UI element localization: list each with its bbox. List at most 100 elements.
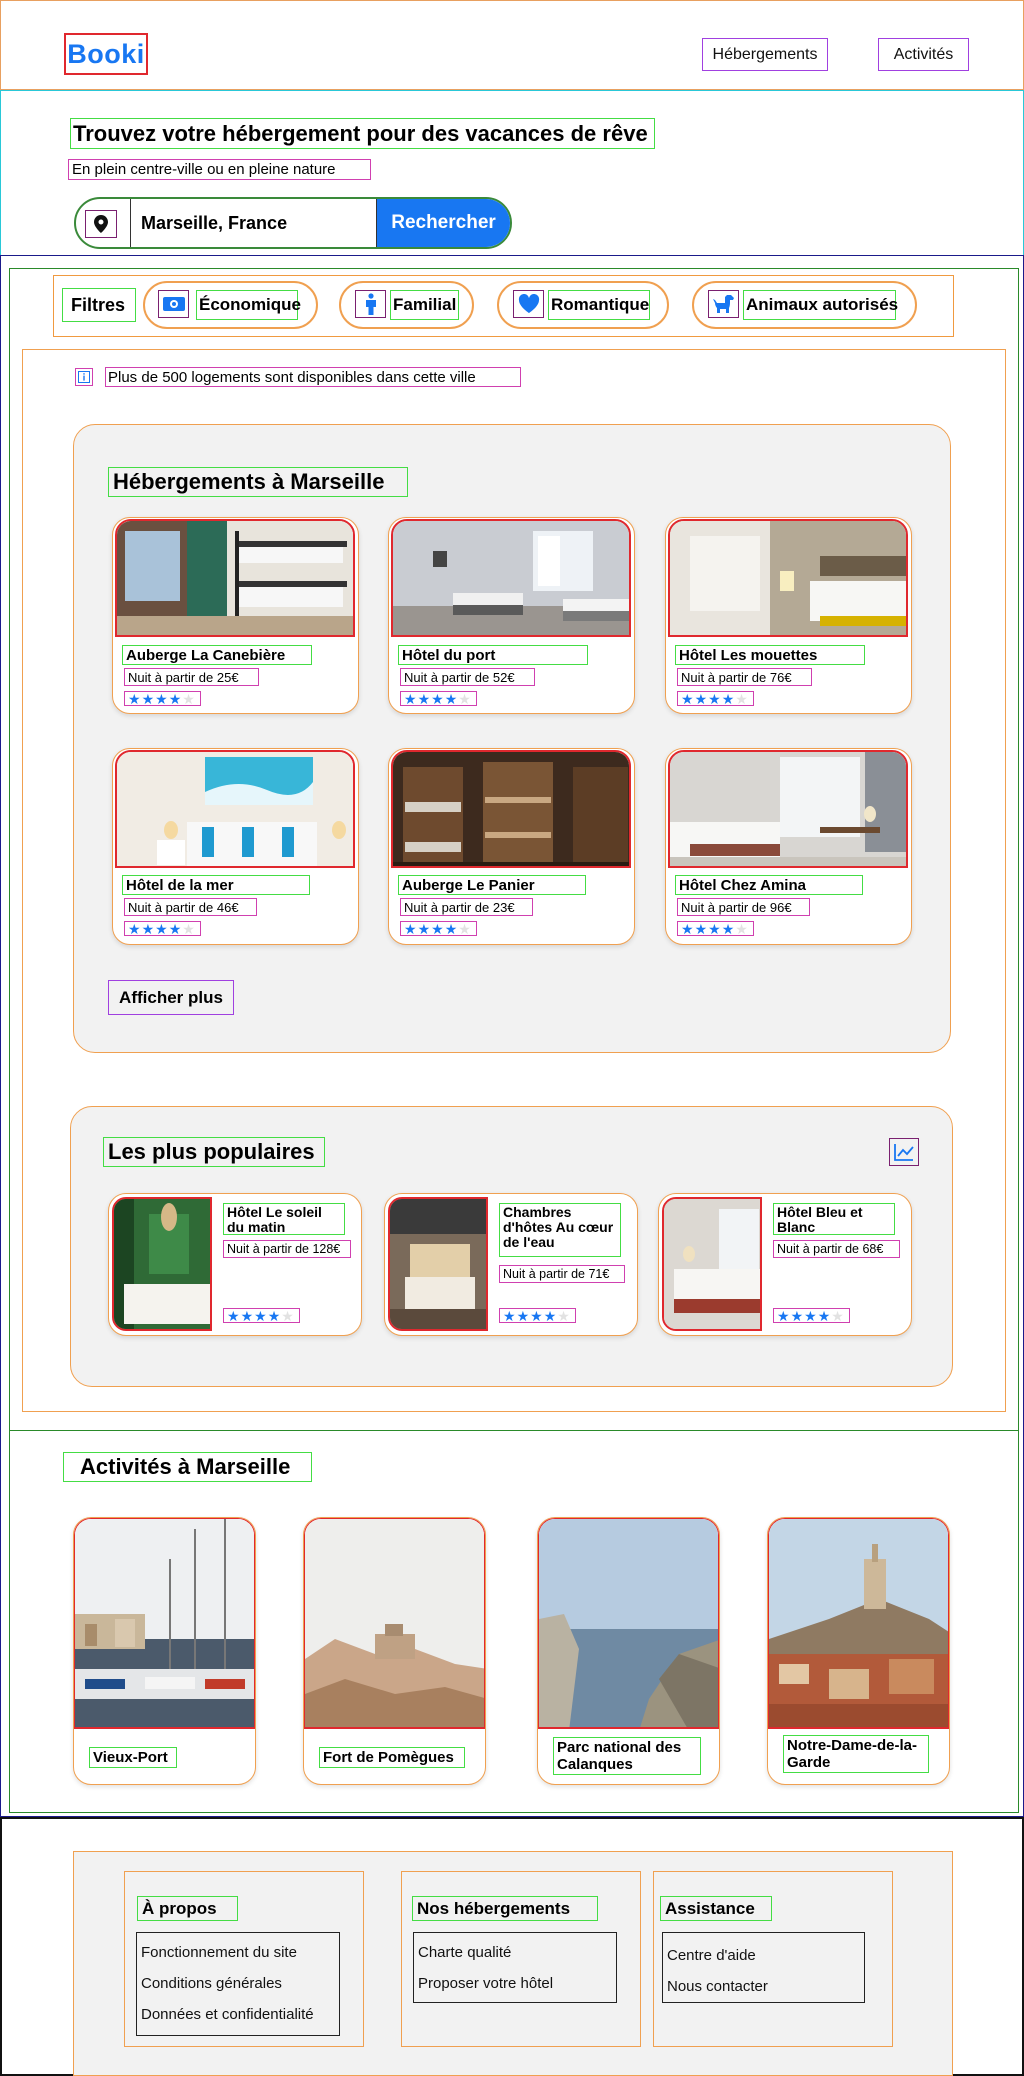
star-rating: ★ ★ ★ ★ ★ bbox=[124, 921, 201, 936]
hero-subtitle: En plein centre-ville ou en pleine natur… bbox=[68, 159, 371, 180]
show-more-button[interactable]: Afficher plus bbox=[108, 980, 234, 1015]
trend-chart-icon bbox=[889, 1138, 919, 1166]
accommodation-name: Auberge La Canebière bbox=[122, 645, 312, 665]
popular-price: Nuit à partir de 128€ bbox=[223, 1240, 351, 1258]
money-icon bbox=[158, 290, 189, 318]
activity-card[interactable]: Parc national des Calanques bbox=[537, 1517, 720, 1785]
popular-photo bbox=[388, 1197, 488, 1331]
star-icon: ★ bbox=[831, 1307, 844, 1324]
person-icon bbox=[355, 290, 386, 318]
star-icon: ★ bbox=[458, 920, 471, 937]
star-icon: ★ bbox=[155, 920, 168, 937]
star-rating: ★ ★ ★ ★ ★ bbox=[773, 1308, 850, 1323]
popular-photo bbox=[112, 1197, 212, 1331]
hero-title: Trouvez votre hébergement pour des vacan… bbox=[70, 118, 655, 149]
star-icon: ★ bbox=[557, 1307, 570, 1324]
star-icon: ★ bbox=[227, 1307, 240, 1324]
star-rating: ★ ★ ★ ★ ★ bbox=[677, 691, 754, 706]
star-icon: ★ bbox=[281, 1307, 294, 1324]
footer-link[interactable]: Conditions générales bbox=[141, 1968, 335, 1999]
accommodations-title: Hébergements à Marseille bbox=[108, 467, 408, 497]
star-icon: ★ bbox=[141, 690, 155, 707]
nav-link-hebergements[interactable]: Hébergements bbox=[702, 38, 828, 71]
info-icon bbox=[75, 368, 93, 386]
star-icon: ★ bbox=[735, 920, 748, 937]
star-icon: ★ bbox=[128, 690, 141, 707]
star-icon: ★ bbox=[530, 1307, 543, 1324]
activity-name: Parc national des Calanques bbox=[553, 1737, 701, 1775]
accommodation-photo bbox=[668, 519, 908, 637]
star-icon: ★ bbox=[182, 690, 195, 707]
popular-title: Les plus populaires bbox=[103, 1137, 325, 1167]
accommodation-name: Hôtel Chez Amina bbox=[675, 875, 863, 895]
activity-photo bbox=[538, 1518, 719, 1729]
star-icon: ★ bbox=[404, 920, 417, 937]
star-icon: ★ bbox=[790, 1307, 804, 1324]
activity-card[interactable]: Fort de Pomègues bbox=[303, 1517, 486, 1785]
star-icon: ★ bbox=[708, 920, 721, 937]
accommodation-photo bbox=[391, 750, 631, 868]
footer-links: Centre d'aide Nous contacter bbox=[662, 1932, 865, 2003]
star-icon: ★ bbox=[721, 920, 735, 937]
star-icon: ★ bbox=[735, 690, 748, 707]
dog-icon bbox=[708, 290, 739, 318]
star-icon: ★ bbox=[708, 690, 721, 707]
star-icon: ★ bbox=[817, 1307, 831, 1324]
star-icon: ★ bbox=[141, 920, 155, 937]
map-pin-icon bbox=[85, 210, 117, 238]
filter-chip-label: Familial bbox=[390, 290, 459, 320]
popular-name: Chambres d'hôtes Au cœur de l'eau bbox=[499, 1203, 621, 1257]
accommodation-price: Nuit à partir de 96€ bbox=[677, 898, 810, 916]
filter-chip-label: Romantique bbox=[548, 290, 650, 320]
footer-links: Fonctionnement du site Conditions généra… bbox=[136, 1932, 340, 2036]
nav-link-activites[interactable]: Activités bbox=[878, 38, 969, 71]
star-icon: ★ bbox=[694, 690, 708, 707]
star-icon: ★ bbox=[168, 920, 182, 937]
star-icon: ★ bbox=[804, 1307, 817, 1324]
star-rating: ★ ★ ★ ★ ★ bbox=[499, 1308, 576, 1323]
star-rating: ★ ★ ★ ★ ★ bbox=[400, 691, 477, 706]
accommodation-name: Hôtel Les mouettes bbox=[675, 645, 865, 665]
star-icon: ★ bbox=[128, 920, 141, 937]
location-input[interactable] bbox=[130, 199, 377, 247]
star-icon: ★ bbox=[444, 690, 458, 707]
footer-link[interactable]: Charte qualité bbox=[418, 1937, 612, 1968]
accommodation-name: Hôtel du port bbox=[398, 645, 588, 665]
footer-link[interactable]: Fonctionnement du site bbox=[141, 1937, 335, 1968]
accommodation-photo bbox=[391, 519, 631, 637]
star-icon: ★ bbox=[694, 920, 708, 937]
star-icon: ★ bbox=[417, 920, 431, 937]
footer-column-title: À propos bbox=[137, 1896, 238, 1921]
search-button[interactable]: Rechercher bbox=[377, 199, 510, 247]
popular-name: Hôtel Bleu et Blanc bbox=[773, 1203, 895, 1235]
filters-label: Filtres bbox=[62, 288, 136, 322]
accommodation-photo bbox=[115, 750, 355, 868]
star-icon: ★ bbox=[458, 690, 471, 707]
accommodation-price: Nuit à partir de 23€ bbox=[400, 898, 533, 916]
activity-card[interactable]: Notre-Dame-de-la-Garde bbox=[767, 1517, 950, 1785]
star-icon: ★ bbox=[404, 690, 417, 707]
filter-chip-label: Animaux autorisés bbox=[743, 290, 898, 320]
star-icon: ★ bbox=[681, 920, 694, 937]
booki-logo[interactable]: Booki bbox=[64, 33, 148, 75]
activities-title: Activités à Marseille bbox=[63, 1452, 312, 1482]
star-icon: ★ bbox=[431, 920, 444, 937]
filter-chip-label: Économique bbox=[196, 290, 301, 320]
footer-link[interactable]: Données et confidentialité bbox=[141, 1999, 335, 2030]
footer-column-title: Nos hébergements bbox=[412, 1896, 598, 1921]
accommodation-photo bbox=[668, 750, 908, 868]
star-icon: ★ bbox=[431, 690, 444, 707]
footer-column-title: Assistance bbox=[660, 1896, 772, 1921]
accommodation-photo bbox=[115, 519, 355, 637]
accommodation-price: Nuit à partir de 52€ bbox=[400, 668, 535, 686]
activity-name: Vieux-Port bbox=[89, 1747, 177, 1768]
star-icon: ★ bbox=[503, 1307, 516, 1324]
star-rating: ★ ★ ★ ★ ★ bbox=[223, 1308, 300, 1323]
accommodation-price: Nuit à partir de 76€ bbox=[677, 668, 812, 686]
popular-price: Nuit à partir de 68€ bbox=[773, 1240, 900, 1258]
activity-card[interactable]: Vieux-Port bbox=[73, 1517, 256, 1785]
footer-link[interactable]: Nous contacter bbox=[667, 1971, 860, 2002]
footer-link[interactable]: Proposer votre hôtel bbox=[418, 1968, 612, 1999]
footer-link[interactable]: Centre d'aide bbox=[667, 1940, 860, 1971]
accommodation-name: Hôtel de la mer bbox=[122, 875, 310, 895]
